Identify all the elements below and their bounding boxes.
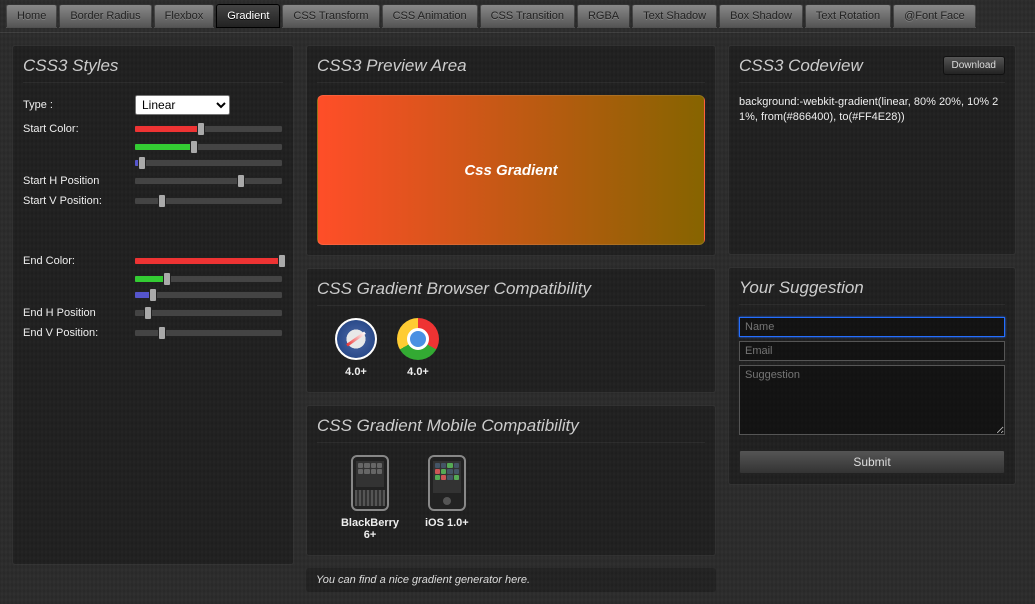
type-label: Type : bbox=[23, 99, 135, 111]
tab-text-rotation[interactable]: Text Rotation bbox=[805, 4, 891, 28]
type-select[interactable]: Linear bbox=[135, 95, 230, 115]
tab-text-shadow[interactable]: Text Shadow bbox=[632, 4, 717, 28]
styles-title: CSS3 Styles bbox=[23, 56, 283, 83]
tab-gradient[interactable]: Gradient bbox=[216, 4, 280, 28]
gradient-preview: Css Gradient bbox=[317, 95, 705, 245]
preview-label: Css Gradient bbox=[464, 162, 557, 179]
end-v-label: End V Position: bbox=[23, 327, 134, 339]
tab-border-radius[interactable]: Border Radius bbox=[59, 4, 151, 28]
mobile-compat-title: CSS Gradient Mobile Compatibility bbox=[317, 416, 705, 443]
browser-compat-title: CSS Gradient Browser Compatibility bbox=[317, 279, 705, 306]
start-v-slider[interactable] bbox=[134, 197, 283, 205]
chrome-icon bbox=[397, 318, 439, 360]
end-color-blue-slider[interactable] bbox=[134, 291, 283, 299]
safari-icon bbox=[335, 318, 377, 360]
start-color-red-slider[interactable] bbox=[134, 125, 283, 133]
suggestion-panel: Your Suggestion Submit bbox=[728, 267, 1016, 485]
mobile-compat-panel: CSS Gradient Mobile Compatibility BlackB… bbox=[306, 405, 716, 556]
tab-rgba[interactable]: RGBA bbox=[577, 4, 630, 28]
name-field[interactable] bbox=[739, 317, 1005, 337]
end-color-green-slider[interactable] bbox=[134, 275, 283, 283]
browser-compat-panel: CSS Gradient Browser Compatibility 4.0+ … bbox=[306, 268, 716, 393]
start-color-blue-slider[interactable] bbox=[134, 159, 283, 167]
end-color-label: End Color: bbox=[23, 255, 134, 267]
tab-box-shadow[interactable]: Box Shadow bbox=[719, 4, 803, 28]
styles-panel: CSS3 Styles Type : Linear Start Color: bbox=[12, 45, 294, 565]
preview-panel: CSS3 Preview Area Css Gradient bbox=[306, 45, 716, 256]
end-v-slider[interactable] bbox=[134, 329, 283, 337]
end-h-label: End H Position bbox=[23, 307, 134, 319]
compat-chrome: 4.0+ bbox=[397, 318, 439, 378]
tab-flexbox[interactable]: Flexbox bbox=[154, 4, 215, 28]
compat-safari: 4.0+ bbox=[335, 318, 377, 378]
end-color-red-slider[interactable] bbox=[134, 257, 283, 265]
compat-ios: iOS 1.0+ bbox=[425, 455, 469, 541]
tab-css-animation[interactable]: CSS Animation bbox=[382, 4, 478, 28]
iphone-icon bbox=[428, 455, 466, 511]
suggestion-field[interactable] bbox=[739, 365, 1005, 435]
end-h-slider[interactable] bbox=[134, 309, 283, 317]
start-h-slider[interactable] bbox=[134, 177, 283, 185]
compat-blackberry: BlackBerry 6+ bbox=[335, 455, 405, 541]
suggestion-title: Your Suggestion bbox=[739, 278, 1005, 305]
start-h-label: Start H Position bbox=[23, 175, 134, 187]
start-color-green-slider[interactable] bbox=[134, 143, 283, 151]
tab-css-transition[interactable]: CSS Transition bbox=[480, 4, 575, 28]
submit-button[interactable]: Submit bbox=[739, 450, 1005, 474]
code-output: background:-webkit-gradient(linear, 80% … bbox=[739, 95, 1005, 126]
footer-note[interactable]: You can find a nice gradient generator h… bbox=[306, 568, 716, 592]
tab-css-transform[interactable]: CSS Transform bbox=[282, 4, 379, 28]
tab-home[interactable]: Home bbox=[6, 4, 57, 28]
start-color-label: Start Color: bbox=[23, 123, 134, 135]
blackberry-icon bbox=[351, 455, 389, 511]
main-nav: HomeBorder RadiusFlexboxGradientCSS Tran… bbox=[0, 0, 1035, 33]
download-button[interactable]: Download bbox=[943, 56, 1005, 75]
preview-title: CSS3 Preview Area bbox=[317, 56, 705, 83]
tab--font-face[interactable]: @Font Face bbox=[893, 4, 976, 28]
start-v-label: Start V Position: bbox=[23, 195, 134, 207]
codeview-panel: Download CSS3 Codeview background:-webki… bbox=[728, 45, 1016, 255]
email-field[interactable] bbox=[739, 341, 1005, 361]
